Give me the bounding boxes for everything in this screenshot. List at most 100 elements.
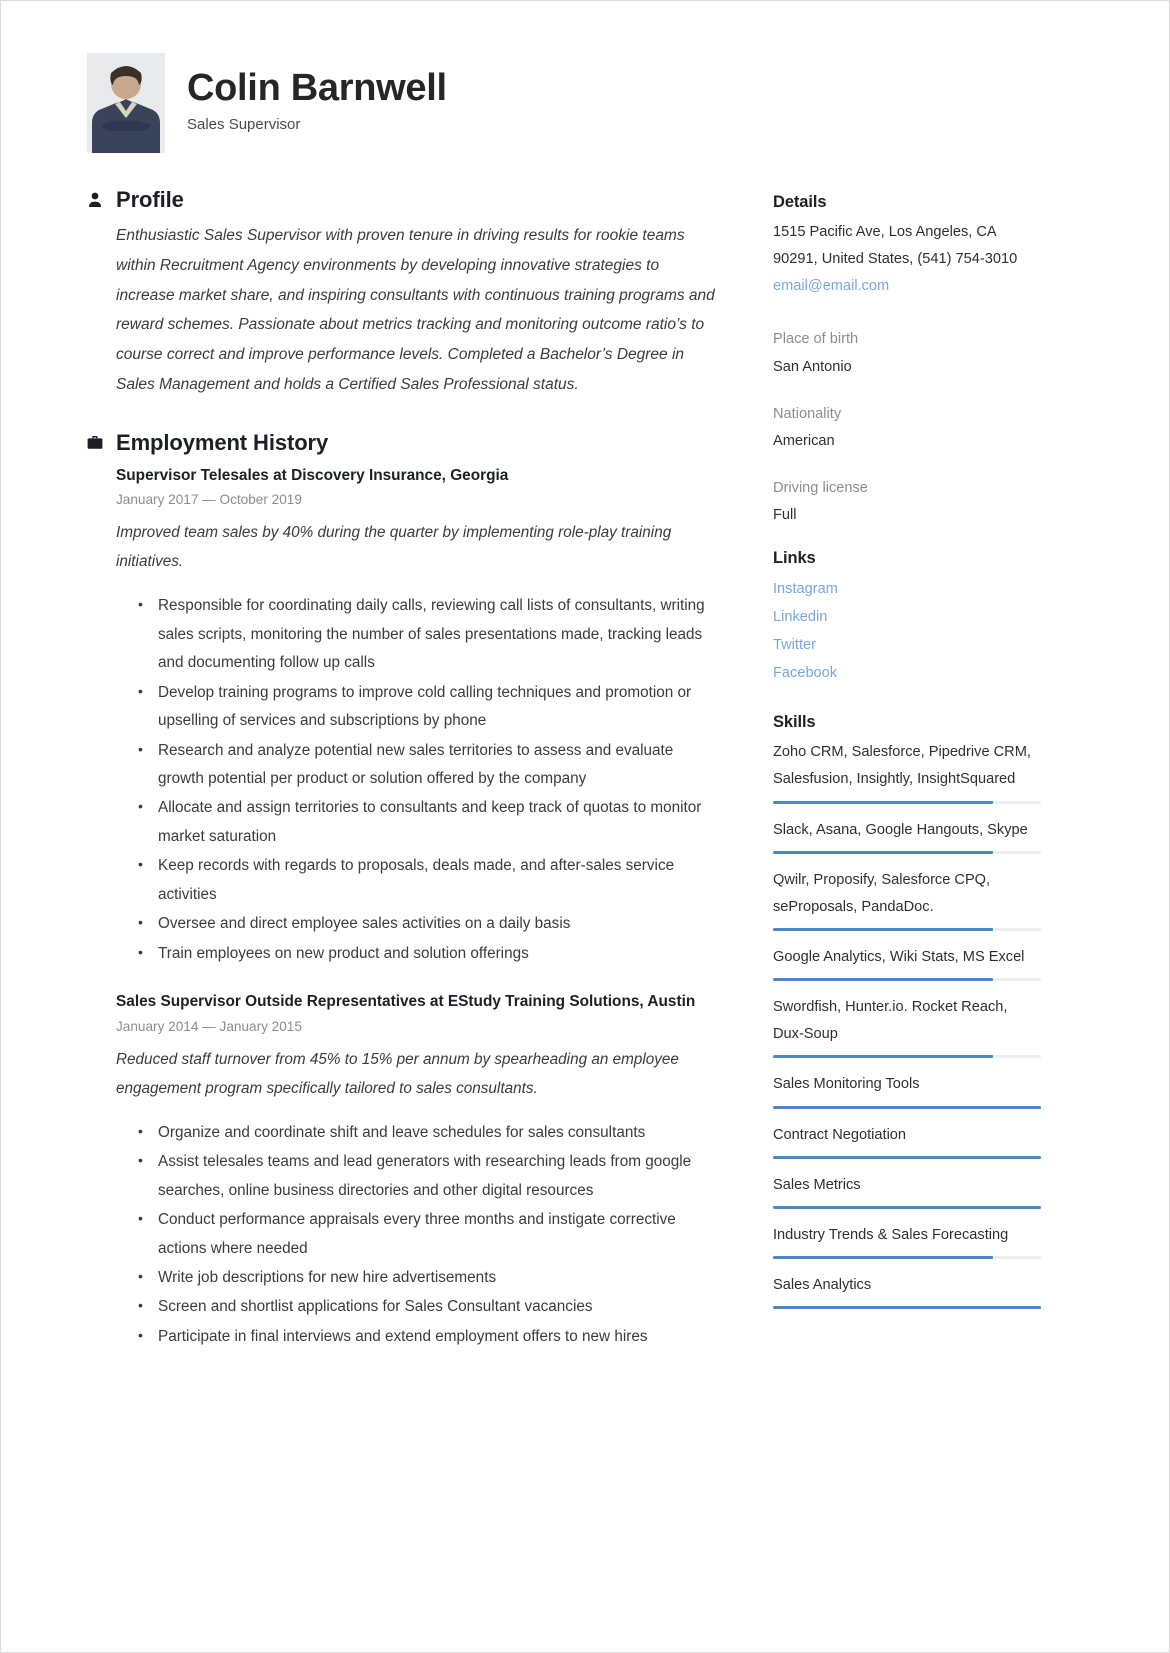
skill-item: Industry Trends & Sales Forecasting bbox=[773, 1222, 1041, 1260]
skill-bar-track bbox=[773, 850, 1041, 854]
job-bullet-list: Responsible for coordinating daily calls… bbox=[116, 591, 721, 968]
detail-field: Driving license Full bbox=[773, 475, 1041, 529]
links-heading: Links bbox=[773, 549, 816, 568]
details-heading: Details bbox=[773, 193, 827, 211]
employment-heading: Employment History bbox=[116, 429, 329, 455]
skill-bar-track bbox=[773, 928, 1041, 932]
employment-section-heading: Employment History bbox=[87, 430, 721, 456]
list-item: Oversee and direct employee sales activi… bbox=[138, 909, 721, 938]
list-item: Organize and coordinate shift and leave … bbox=[138, 1118, 721, 1147]
job-entry: Sales Supervisor Outside Representatives… bbox=[116, 990, 721, 1351]
link-twitter[interactable]: Twitter bbox=[773, 631, 1041, 659]
resume-header: Colin Barnwell Sales Supervisor bbox=[79, 53, 1051, 153]
skill-bar-fill bbox=[773, 1105, 1041, 1109]
list-item: Develop training programs to improve col… bbox=[138, 678, 721, 736]
list-item: Assist telesales teams and lead generato… bbox=[138, 1147, 721, 1205]
link-linkedin[interactable]: Linkedin bbox=[773, 603, 1041, 631]
skill-item: Sales Metrics bbox=[773, 1172, 1041, 1209]
skill-bar-fill bbox=[773, 1306, 1041, 1310]
skill-label: Qwilr, Proposify, Salesforce CPQ, seProp… bbox=[773, 871, 991, 915]
email-link[interactable]: email@email.com bbox=[773, 273, 1041, 300]
list-item: Keep records with regards to proposals, … bbox=[138, 851, 721, 909]
skill-item: Contract Negotiation bbox=[773, 1122, 1041, 1159]
job-bullet-list: Organize and coordinate shift and leave … bbox=[116, 1118, 721, 1352]
list-item: Responsible for coordinating daily calls… bbox=[138, 591, 721, 677]
skill-label: Swordfish, Hunter.io. Rocket Reach, Dux-… bbox=[773, 999, 1008, 1043]
job-title-subtitle: Sales Supervisor bbox=[187, 115, 301, 133]
resume-page: Colin Barnwell Sales Supervisor Profile bbox=[0, 0, 1170, 1653]
profile-text: Enthusiastic Sales Supervisor with prove… bbox=[116, 227, 715, 393]
header-text-block: Colin Barnwell Sales Supervisor bbox=[187, 68, 447, 137]
skill-bar-track bbox=[773, 1256, 1041, 1260]
details-section: Details 1515 Pacific Ave, Los Angeles, C… bbox=[773, 193, 1041, 300]
detail-value: American bbox=[773, 432, 835, 449]
link-instagram[interactable]: Instagram bbox=[773, 575, 1041, 603]
resume-sheet: Colin Barnwell Sales Supervisor Profile bbox=[1, 1, 1169, 1652]
detail-value: San Antonio bbox=[773, 358, 852, 375]
skill-bar-track bbox=[773, 1055, 1041, 1059]
detail-label: Nationality bbox=[773, 405, 842, 422]
person-icon bbox=[87, 191, 103, 209]
page-title: Colin Barnwell bbox=[187, 67, 447, 110]
skill-item: Qwilr, Proposify, Salesforce CPQ, seProp… bbox=[773, 867, 1041, 932]
skills-heading: Skills bbox=[773, 713, 816, 732]
skill-bar-fill bbox=[773, 800, 993, 804]
detail-field: Place of birth San Antonio bbox=[773, 326, 1041, 380]
skill-bar-track bbox=[773, 1306, 1041, 1310]
detail-value: Full bbox=[773, 507, 797, 524]
skill-bar-fill bbox=[773, 1055, 993, 1059]
skill-bar-track bbox=[773, 1205, 1041, 1209]
job-entry: Supervisor Telesales at Discovery Insura… bbox=[116, 464, 721, 969]
skill-label: Sales Monitoring Tools bbox=[773, 1076, 920, 1093]
job-dates: January 2014 — January 2015 bbox=[116, 1018, 302, 1034]
skill-bar-fill bbox=[773, 850, 993, 854]
profile-section-heading: Profile bbox=[87, 187, 721, 213]
resume-columns: Profile Enthusiastic Sales Supervisor wi… bbox=[79, 187, 1051, 1373]
skill-item: Slack, Asana, Google Hangouts, Skype bbox=[773, 817, 1041, 854]
profile-heading: Profile bbox=[116, 187, 184, 212]
skill-bar-fill bbox=[773, 1256, 993, 1260]
skill-label: Contract Negotiation bbox=[773, 1126, 907, 1143]
skill-item: Swordfish, Hunter.io. Rocket Reach, Dux-… bbox=[773, 994, 1041, 1059]
skill-label: Zoho CRM, Salesforce, Pipedrive CRM, Sal… bbox=[773, 744, 1031, 788]
skill-label: Sales Analytics bbox=[773, 1277, 872, 1294]
detail-label: Driving license bbox=[773, 479, 868, 496]
job-dates: January 2017 — October 2019 bbox=[116, 492, 302, 508]
list-item: Conduct performance appraisals every thr… bbox=[138, 1205, 721, 1263]
briefcase-icon bbox=[87, 434, 103, 452]
address-text: 1515 Pacific Ave, Los Angeles, CA 90291,… bbox=[773, 224, 1018, 268]
employment-list: Supervisor Telesales at Discovery Insura… bbox=[116, 464, 721, 1352]
list-item: Allocate and assign territories to consu… bbox=[138, 793, 721, 851]
skill-bar-track bbox=[773, 978, 1041, 982]
skill-bar-track bbox=[773, 800, 1041, 804]
skill-bar-fill bbox=[773, 1155, 1041, 1159]
job-title: Sales Supervisor Outside Representatives… bbox=[116, 993, 696, 1011]
skill-label: Slack, Asana, Google Hangouts, Skype bbox=[773, 821, 1028, 838]
skill-bar-track bbox=[773, 1155, 1041, 1159]
list-item: Research and analyze potential new sales… bbox=[138, 736, 721, 794]
list-item: Participate in final interviews and exte… bbox=[138, 1322, 721, 1351]
skill-bar-fill bbox=[773, 928, 993, 932]
skill-bar-track bbox=[773, 1105, 1041, 1109]
skill-bar-fill bbox=[773, 1205, 1041, 1209]
skill-item: Sales Monitoring Tools bbox=[773, 1071, 1041, 1109]
profile-photo bbox=[87, 53, 165, 153]
detail-field: Nationality American bbox=[773, 401, 1041, 455]
skill-label: Google Analytics, Wiki Stats, MS Excel bbox=[773, 949, 1025, 966]
job-title: Supervisor Telesales at Discovery Insura… bbox=[116, 466, 509, 484]
link-facebook[interactable]: Facebook bbox=[773, 659, 1041, 687]
skill-label: Sales Metrics bbox=[773, 1176, 861, 1193]
skills-section: Skills Zoho CRM, Salesforce, Pipedrive C… bbox=[773, 713, 1041, 1310]
skill-label: Industry Trends & Sales Forecasting bbox=[773, 1226, 1009, 1243]
skill-bar-fill bbox=[773, 978, 993, 982]
list-item: Train employees on new product and solut… bbox=[138, 939, 721, 968]
main-column: Profile Enthusiastic Sales Supervisor wi… bbox=[79, 187, 721, 1373]
list-item: Screen and shortlist applications for Sa… bbox=[138, 1292, 721, 1321]
list-item: Write job descriptions for new hire adve… bbox=[138, 1263, 721, 1292]
skill-item: Sales Analytics bbox=[773, 1272, 1041, 1310]
job-summary: Improved team sales by 40% during the qu… bbox=[116, 524, 672, 571]
skill-item: Zoho CRM, Salesforce, Pipedrive CRM, Sal… bbox=[773, 739, 1041, 804]
skill-item: Google Analytics, Wiki Stats, MS Excel bbox=[773, 944, 1041, 982]
detail-label: Place of birth bbox=[773, 331, 859, 348]
sidebar-column: Details 1515 Pacific Ave, Los Angeles, C… bbox=[773, 187, 1041, 1335]
